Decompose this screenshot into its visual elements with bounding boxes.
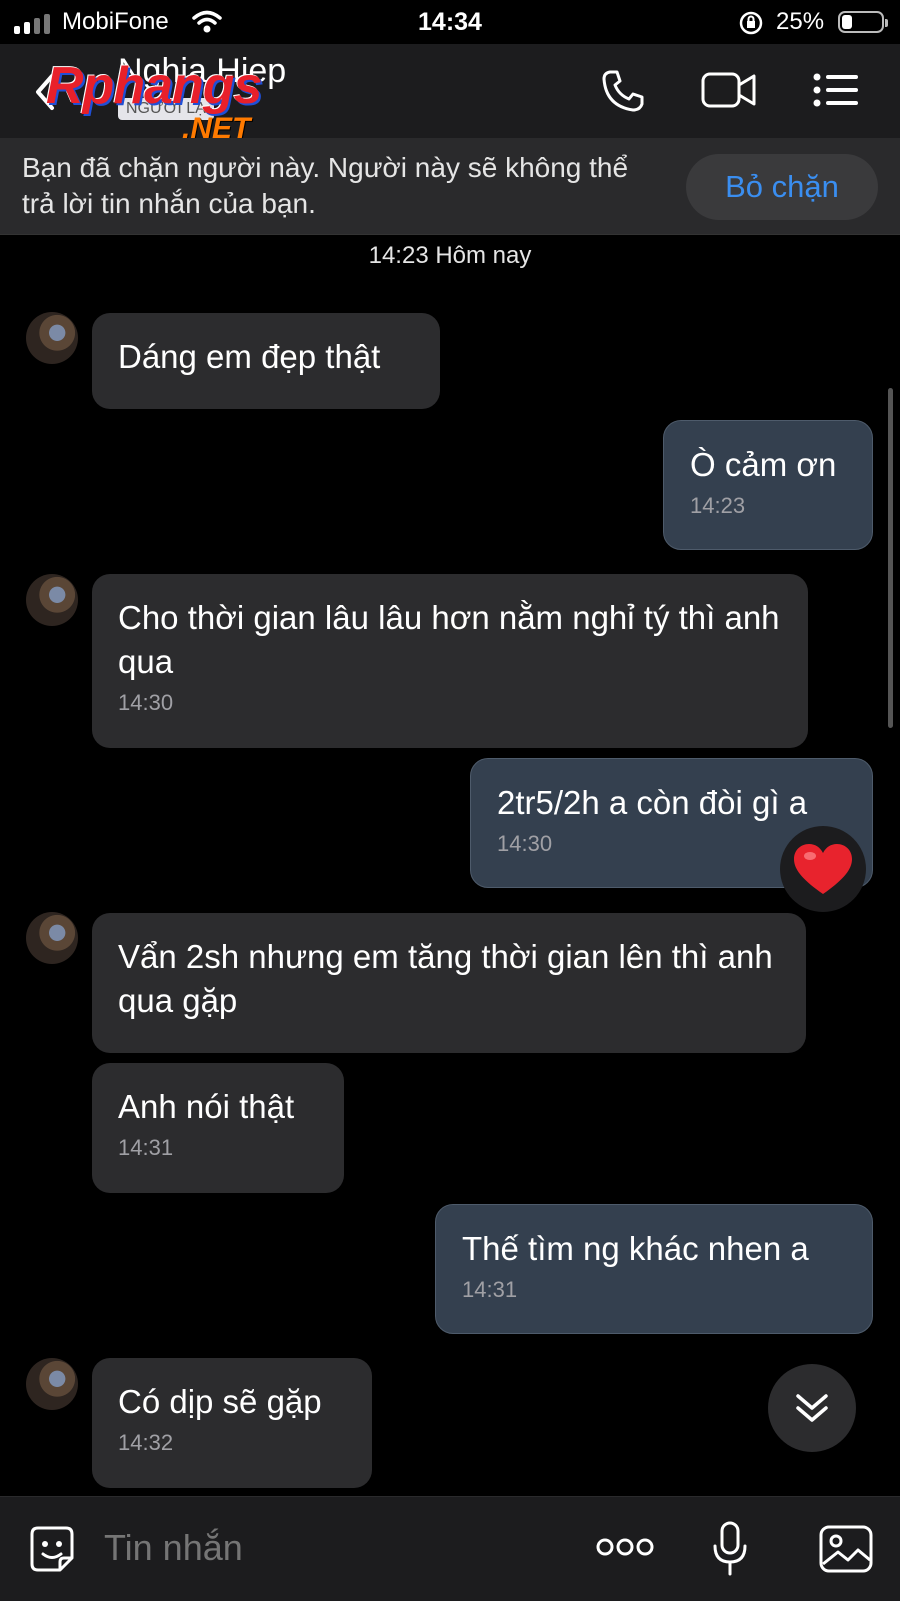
menu-list-icon[interactable] <box>812 72 860 108</box>
message-time: 14:31 <box>462 1277 518 1302</box>
avatar[interactable] <box>26 312 78 364</box>
avatar[interactable] <box>26 1358 78 1410</box>
message-text: 2tr5/2h a còn đòi gì a <box>497 784 808 821</box>
watermark-logo: Rphangs <box>46 57 262 115</box>
message-time: 14:23 <box>690 493 746 518</box>
message-text: Thế tìm ng khác nhen a <box>462 1230 809 1267</box>
unblock-button[interactable]: Bỏ chặn <box>686 154 878 220</box>
clock: 14:34 <box>418 8 482 36</box>
microphone-icon[interactable] <box>710 1520 750 1578</box>
image-icon[interactable] <box>818 1524 874 1574</box>
avatar[interactable] <box>26 574 78 626</box>
blocked-notice-text: Bạn đã chặn người này. Người này sẽ khôn… <box>22 152 629 219</box>
message-text: Cho thời gian lâu lâu hơn nằm nghỉ tý th… <box>118 599 780 680</box>
message-text: Ò cảm ơn <box>690 446 837 483</box>
scrollbar[interactable] <box>888 388 893 728</box>
message-text: Anh nói thật <box>118 1088 295 1125</box>
battery-percent: 25% <box>776 8 825 35</box>
message-bubble-outgoing[interactable]: Ò cảm ơn 14:23 <box>663 420 873 550</box>
avatar[interactable] <box>26 912 78 964</box>
message-time: 14:31 <box>118 1135 174 1160</box>
rotation-lock-icon <box>739 11 763 35</box>
heart-icon <box>794 844 852 894</box>
sticker-icon[interactable] <box>26 1524 78 1576</box>
phone-icon[interactable] <box>600 68 646 114</box>
message-bubble-incoming[interactable]: Anh nói thật 14:31 <box>92 1063 344 1193</box>
video-call-icon[interactable] <box>700 70 758 110</box>
message-text: Dáng em đẹp thật <box>118 338 381 375</box>
more-options-icon[interactable] <box>596 1536 654 1558</box>
date-separator: 14:23 Hôm nay <box>368 242 532 269</box>
message-bubble-incoming[interactable]: Dáng em đẹp thật <box>92 313 440 409</box>
message-time: 14:30 <box>118 690 174 715</box>
reaction-badge[interactable] <box>780 826 866 912</box>
battery-icon <box>838 11 888 33</box>
message-bubble-outgoing[interactable]: Thế tìm ng khác nhen a 14:31 <box>435 1204 873 1334</box>
message-bubble-incoming[interactable]: Có dịp sẽ gặp 14:32 <box>92 1358 372 1488</box>
double-chevron-down-icon <box>796 1394 828 1422</box>
message-bubble-incoming[interactable]: Vẩn 2sh nhưng em tăng thời gian lên thì … <box>92 913 806 1053</box>
scroll-to-bottom-button[interactable] <box>768 1364 856 1452</box>
message-time: 14:32 <box>118 1430 174 1455</box>
message-text: Có dịp sẽ gặp <box>118 1383 322 1420</box>
message-text: Vẩn 2sh nhưng em tăng thời gian lên thì … <box>118 938 773 1019</box>
message-input[interactable] <box>102 1522 566 1574</box>
message-bubble-incoming[interactable]: Cho thời gian lâu lâu hơn nằm nghỉ tý th… <box>92 574 808 748</box>
status-bar: MobiFone 14:34 25% <box>0 0 900 44</box>
